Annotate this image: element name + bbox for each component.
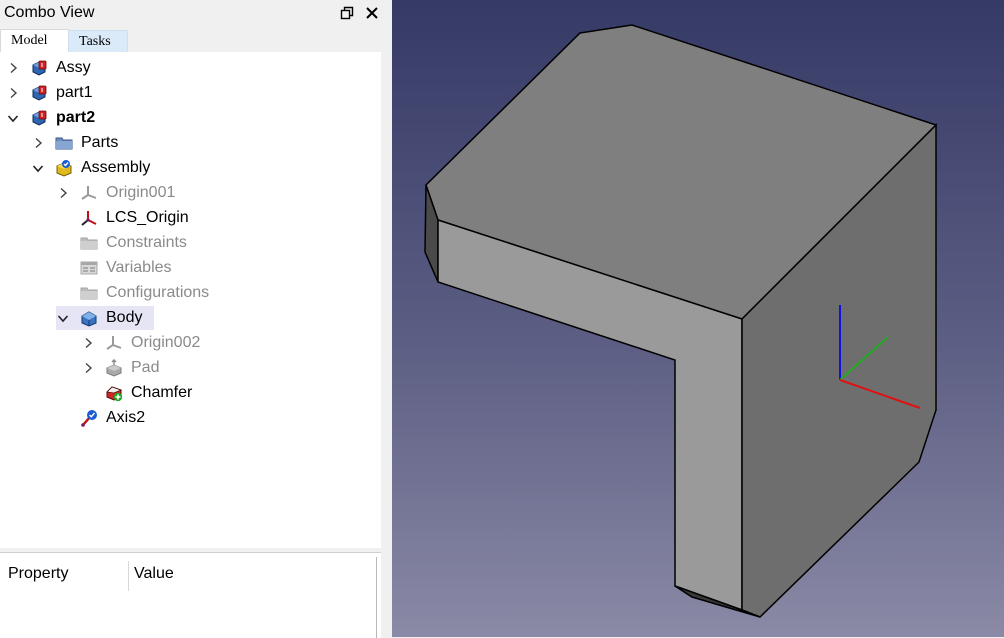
tree-item-label: Origin001 (106, 184, 176, 201)
chevron-right-icon[interactable] (81, 336, 95, 350)
tree-item-origin002[interactable]: Origin002 (81, 331, 200, 355)
axis-icon (80, 409, 98, 427)
tree-item-axis2[interactable]: Axis2 (56, 406, 145, 430)
tree-item-label: part1 (56, 84, 93, 101)
property-column-header[interactable]: Property (8, 565, 68, 583)
tree-item-chamfer[interactable]: Chamfer (81, 381, 192, 405)
tree-item-configurations[interactable]: Configurations (56, 281, 209, 305)
body-icon (80, 309, 98, 327)
tree-item-variables[interactable]: Variables (56, 256, 172, 280)
tree-item-label: Configurations (106, 284, 210, 301)
model-tree[interactable]: Assy part1 part2 Parts Assembly Origin001 LCS_… (0, 52, 382, 548)
tree-item-label: Parts (81, 134, 119, 151)
chevron-right-icon[interactable] (6, 61, 20, 75)
folder-icon (55, 134, 73, 152)
tree-item-lcs-origin[interactable]: LCS_Origin (56, 206, 189, 230)
variables-icon (80, 259, 98, 277)
chevron-right-icon[interactable] (81, 361, 95, 375)
tree-item-label: part2 (56, 109, 96, 126)
chevron-down-icon[interactable] (6, 111, 20, 125)
tree-item-body[interactable]: Body (56, 306, 155, 330)
property-view: Property Value (0, 552, 381, 638)
chevron-right-icon[interactable] (56, 186, 70, 200)
column-divider (128, 561, 129, 591)
tree-scroll-gutter (381, 52, 392, 548)
tree-item-label: LCS_Origin (106, 209, 189, 226)
close-panel-button[interactable] (363, 4, 381, 22)
tree-item-label: Assembly (81, 159, 151, 176)
close-icon (366, 7, 378, 19)
assembly-icon (55, 159, 73, 177)
tree-item-part1[interactable]: part1 (6, 81, 92, 105)
3d-viewport[interactable] (392, 0, 1004, 637)
tree-item-label: Assy (56, 59, 91, 76)
tree-item-pad[interactable]: Pad (81, 356, 159, 380)
float-icon (340, 6, 354, 20)
folder-grey-icon (80, 234, 98, 252)
tree-item-origin001[interactable]: Origin001 (56, 181, 175, 205)
tab-tasks[interactable]: Tasks (68, 30, 128, 52)
folder-grey-icon (80, 284, 98, 302)
origin-icon (105, 334, 123, 352)
pad-icon (105, 359, 123, 377)
origin-icon (80, 184, 98, 202)
tab-model[interactable]: Model (0, 29, 69, 52)
part-icon (30, 109, 48, 127)
combo-view-panel: Combo View Model Tasks Assy part1 part2 Par… (0, 0, 392, 638)
tree-item-parts[interactable]: Parts (31, 131, 118, 155)
float-panel-button[interactable] (338, 4, 356, 22)
chevron-down-icon[interactable] (56, 311, 70, 325)
combo-view-titlebar: Combo View (0, 0, 392, 27)
part-icon (30, 84, 48, 102)
3d-model-canvas[interactable] (392, 0, 1004, 637)
lcs-icon (80, 209, 98, 227)
tree-item-label: Axis2 (106, 409, 146, 426)
part-icon (30, 59, 48, 77)
tree-item-label: Chamfer (131, 384, 193, 401)
tree-item-label: Variables (106, 259, 172, 276)
chevron-right-icon[interactable] (6, 86, 20, 100)
tree-item-label: Pad (131, 359, 160, 376)
tree-item-label: Body (106, 309, 143, 326)
tree-item-constraints[interactable]: Constraints (56, 231, 187, 255)
chevron-right-icon[interactable] (31, 136, 45, 150)
chamfer-icon (105, 384, 123, 402)
tree-item-label: Constraints (106, 234, 187, 251)
tree-item-assembly[interactable]: Assembly (31, 156, 150, 180)
chevron-down-icon[interactable] (31, 161, 45, 175)
tree-item-part2[interactable]: part2 (6, 106, 95, 130)
combo-tabs: Model Tasks (0, 29, 392, 52)
value-column-header[interactable]: Value (134, 565, 174, 583)
tree-item-label: Origin002 (131, 334, 201, 351)
property-view-border (376, 557, 377, 638)
combo-view-title: Combo View (4, 4, 95, 21)
tree-item-assy[interactable]: Assy (6, 56, 91, 80)
